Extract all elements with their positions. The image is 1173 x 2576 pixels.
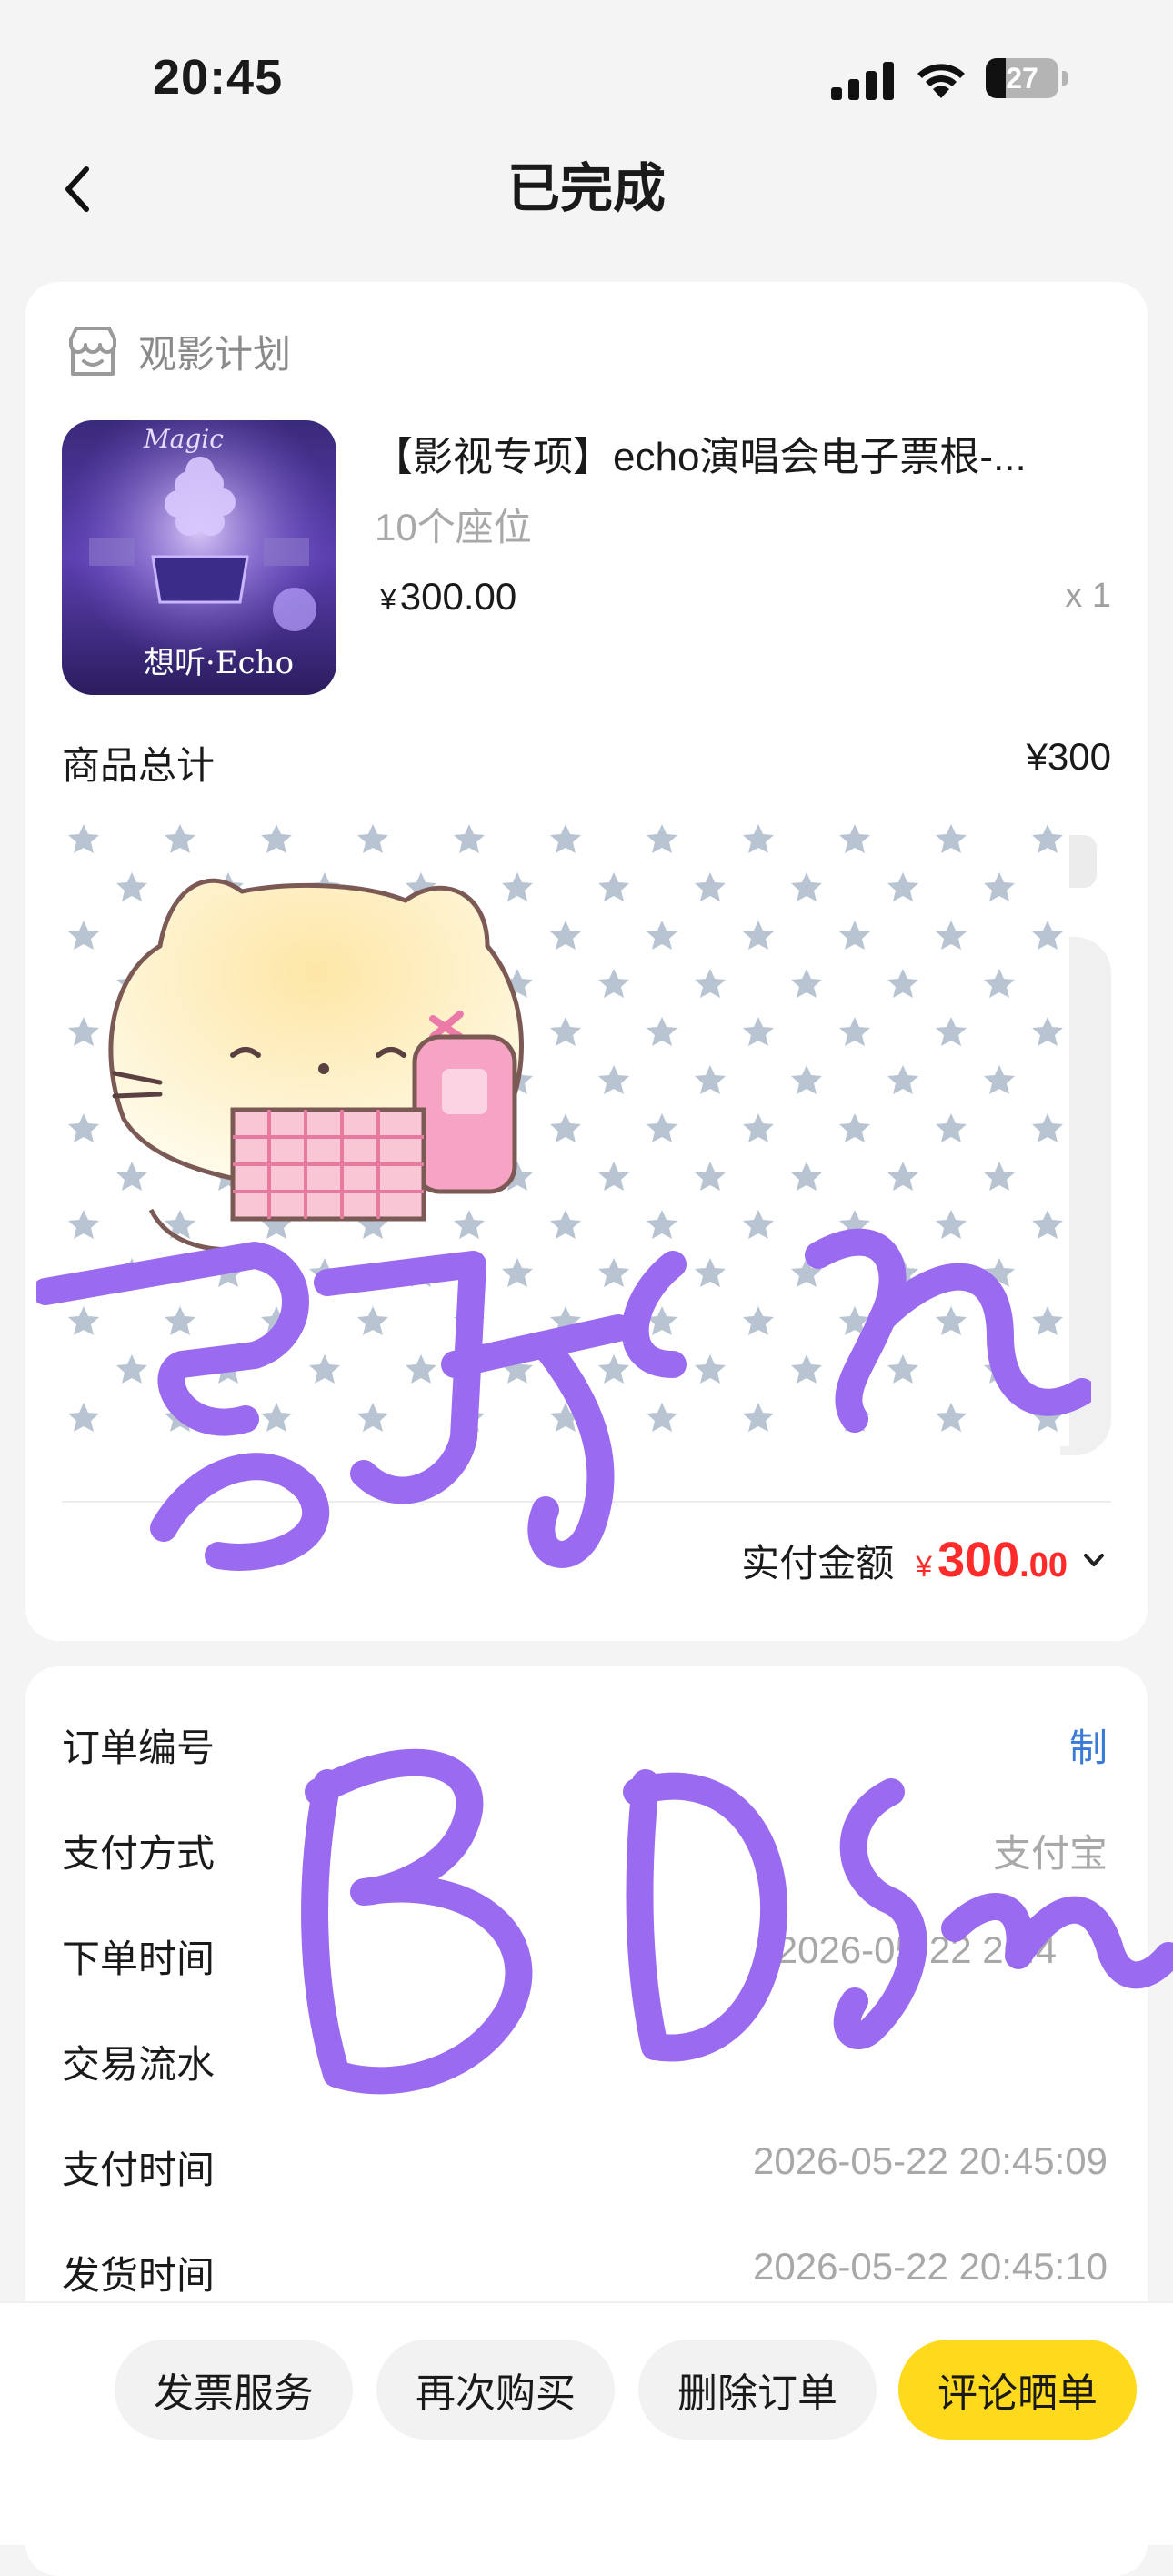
product-price: ¥300.00 xyxy=(380,575,516,619)
order-time-label: 下单时间 xyxy=(62,1937,216,1980)
paid-label: 实付金额 xyxy=(741,1542,895,1585)
product-image-brand: Magic xyxy=(143,424,224,454)
product-title[interactable]: 【影视专项】echo演唱会电子票根-... xyxy=(373,424,1128,482)
battery-level: 27 xyxy=(1006,62,1038,95)
divider xyxy=(62,1501,1111,1503)
product-card: 观影计划 Magic 想听·Echo 【影视专项】echo演唱会电子票根-...… xyxy=(25,282,1148,1641)
section-header[interactable]: 观影计划 xyxy=(64,324,291,379)
product-price-value: 300.00 xyxy=(399,575,517,618)
invoice-service-button[interactable]: 发票服务 xyxy=(115,2340,353,2440)
payment-method-label: 支付方式 xyxy=(62,1832,216,1875)
status-time: 20:45 xyxy=(153,50,284,105)
bottom-action-bar: 发票服务 再次购买 删除订单 评论晒单 xyxy=(0,2301,1173,2545)
shop-name: 观影计划 xyxy=(138,333,292,376)
product-image[interactable]: Magic 想听·Echo xyxy=(62,420,336,695)
payment-method-value: 支付宝 xyxy=(992,1832,1108,1875)
store-icon xyxy=(69,326,116,376)
product-spec: 10个座位 xyxy=(375,506,532,548)
payment-time-value: 2026-05-22 20:45:09 xyxy=(753,2139,1108,2182)
chevron-left-icon xyxy=(65,166,89,212)
order-time-value: 2026-05-22 20:4 xyxy=(776,1928,1057,1971)
subtotal-value: ¥300 xyxy=(1026,735,1111,778)
buy-again-button[interactable]: 再次购买 xyxy=(376,2340,615,2440)
product-image-caption: 想听·Echo xyxy=(144,645,294,681)
paid-currency: ¥ xyxy=(916,1550,933,1583)
product-quantity: x 1 xyxy=(1065,577,1111,615)
chevron-down-icon xyxy=(1084,1554,1104,1566)
paid-amount-decimal: .00 xyxy=(1019,1546,1068,1585)
delete-order-button[interactable]: 删除订单 xyxy=(638,2340,877,2440)
product-price-currency: ¥ xyxy=(380,583,396,616)
order-number-copy[interactable]: 制 xyxy=(1069,1717,1108,1773)
cellular-signal-icon xyxy=(831,62,894,100)
battery-icon: 27 xyxy=(986,58,1068,98)
status-bar: 20:45 27 xyxy=(0,0,1173,136)
paid-amount-row[interactable]: 实付金额 ¥ 300 .00 xyxy=(741,1532,1108,1588)
delivery-time-value: 2026-05-22 20:45:10 xyxy=(753,2245,1108,2288)
subtotal-label: 商品总计 xyxy=(62,744,216,787)
page-title: 已完成 xyxy=(506,159,666,218)
paid-amount-integer: 300 xyxy=(937,1533,1020,1587)
wifi-icon xyxy=(917,64,965,98)
hidden-panel xyxy=(1060,937,1111,1455)
delivery-time-label: 发货时间 xyxy=(62,2254,216,2297)
transaction-label: 交易流水 xyxy=(62,2043,216,2086)
hidden-tag xyxy=(1033,835,1097,888)
review-order-button[interactable]: 评论晒单 xyxy=(898,2340,1137,2440)
back-button[interactable] xyxy=(45,153,109,226)
payment-time-label: 支付时间 xyxy=(62,2148,216,2191)
order-number-label: 订单编号 xyxy=(62,1726,216,1769)
